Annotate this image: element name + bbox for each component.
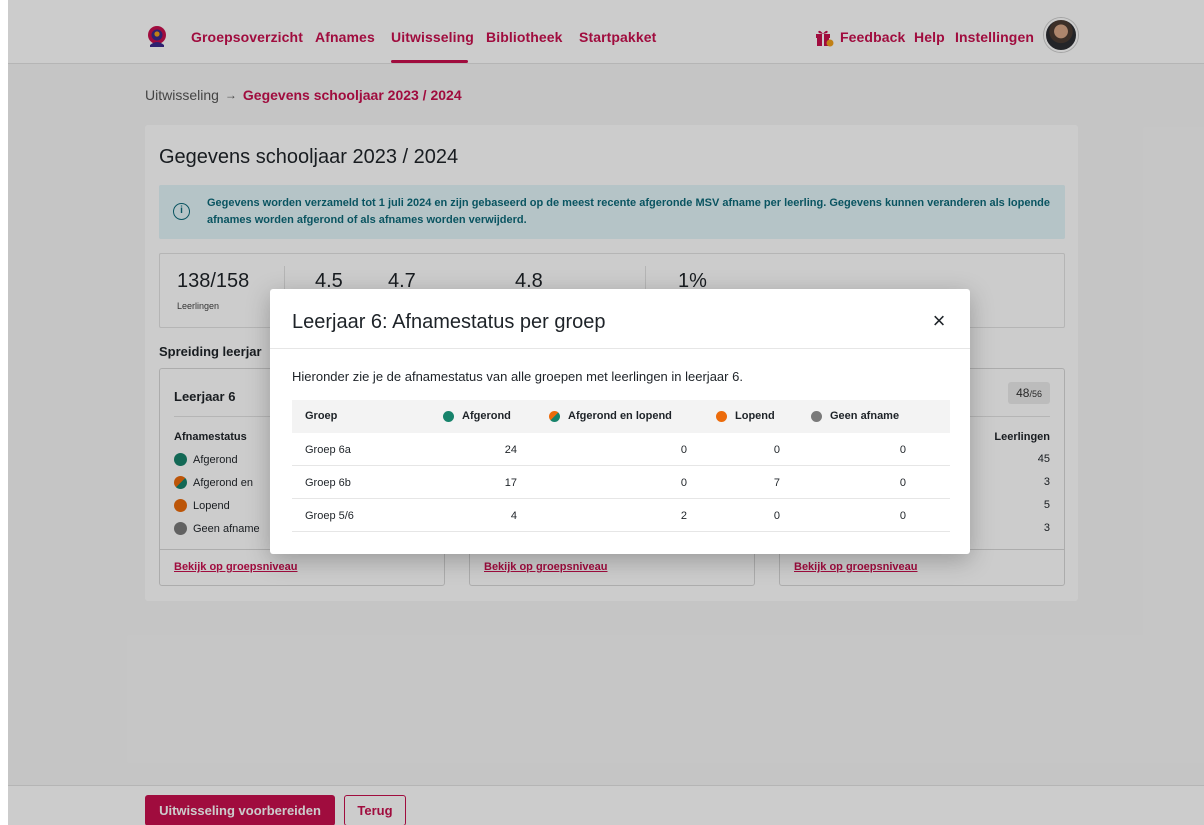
modal-title: Leerjaar 6: Afnamestatus per groep — [292, 311, 606, 333]
cell-geen-afname: 0 — [899, 444, 906, 456]
cell-geen-afname: 0 — [899, 477, 906, 489]
cell-lopend: 0 — [773, 444, 780, 456]
table-row: Groep 6b 17 0 7 0 — [292, 466, 950, 499]
cell-lopend: 7 — [773, 477, 780, 489]
cell-group: Groep 5/6 — [305, 510, 354, 522]
column-label: Groep — [305, 410, 338, 422]
column-label: Geen afname — [830, 410, 900, 422]
table-row: Groep 5/6 4 2 0 0 — [292, 499, 950, 532]
close-icon[interactable]: × — [928, 310, 950, 333]
status-modal: Leerjaar 6: Afnamestatus per groep × Hie… — [270, 289, 970, 554]
cell-afgerond-lopend: 0 — [680, 444, 687, 456]
column-label: Afgerond en lopend — [568, 410, 672, 422]
app: Groepsoverzicht Afnames Uitwisseling Bib… — [8, 0, 1204, 825]
status-dot-icon — [549, 410, 560, 422]
column-header-lopend: Lopend — [716, 410, 775, 422]
column-header-groep: Groep — [305, 410, 337, 422]
column-header-geen-afname: Geen afname — [811, 410, 899, 422]
column-label: Afgerond — [462, 410, 511, 422]
status-dot-icon — [811, 410, 822, 422]
cell-afgerond: 4 — [510, 510, 517, 522]
column-header-afgerond-en-lopend: Afgerond en lopend — [549, 410, 672, 422]
status-table: Groep Afgerond Afgerond en lopend Lopend… — [292, 400, 950, 532]
column-header-afgerond: Afgerond — [443, 410, 511, 422]
cell-afgerond-lopend: 2 — [680, 510, 687, 522]
table-row: Groep 6a 24 0 0 0 — [292, 433, 950, 466]
cell-afgerond-lopend: 0 — [680, 477, 687, 489]
status-dot-icon — [716, 410, 727, 422]
divider — [270, 348, 970, 349]
column-label: Lopend — [735, 410, 775, 422]
cell-lopend: 0 — [773, 510, 780, 522]
status-dot-icon — [443, 410, 454, 422]
cell-group: Groep 6b — [305, 477, 351, 489]
cell-geen-afname: 0 — [899, 510, 906, 522]
modal-description: Hieronder zie je de afnamestatus van all… — [292, 369, 743, 384]
table-header: Groep Afgerond Afgerond en lopend Lopend… — [292, 400, 950, 433]
cell-afgerond: 17 — [504, 477, 517, 489]
cell-afgerond: 24 — [504, 444, 517, 456]
cell-group: Groep 6a — [305, 444, 351, 456]
